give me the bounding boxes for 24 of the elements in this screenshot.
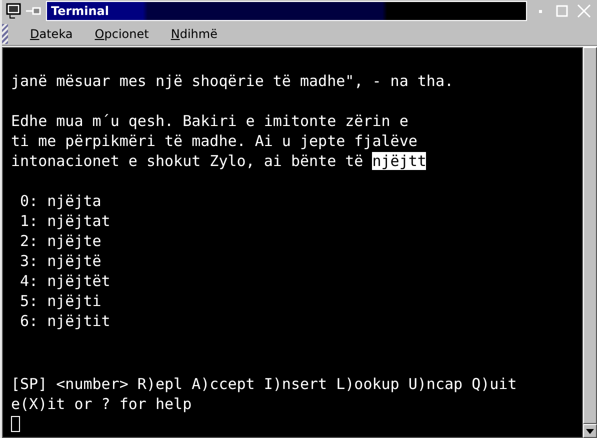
terminal-icon[interactable] [6,3,22,19]
window-title: Terminal [46,1,527,21]
square-icon [556,5,568,17]
toolbar-handle[interactable] [2,24,8,44]
down-arrow-icon[interactable] [586,428,594,434]
menu-item[interactable]: Opcionet [94,26,149,40]
prompt-line: [SP] <number> R)epl A)ccept I)nsert L)ookup U)ncap Q)uit [11,374,518,394]
suggestion-line: 0: njëjta [19,191,102,211]
suggestion-line: 1: njëjtat [19,211,112,231]
terminal-line: janë mësuar mes një shoqërie të madhe", - na tha. [11,71,455,91]
menu-item[interactable]: Ndihmë [170,26,218,40]
suggestion-line: 3: njëjtë [19,251,102,271]
suggestion-line: 4: njëjtët [19,271,112,291]
close-icon [577,4,591,18]
scrollbar[interactable] [583,47,597,438]
terminal-line: ti me përpikmëri të madhe. Ai u jepte fjalëve [11,131,418,151]
terminal-line: intonacionet e shokut Zylo, ai bënte të njëjtt [11,151,428,171]
suggestion-line: 6: njëjtit [19,311,112,331]
suggestion-line: 5: njëjti [19,291,102,311]
terminal-line: Edhe mua m´u qesh. Bakiri e imitonte zërin e [11,111,410,131]
terminal-area[interactable] [2,47,583,438]
prompt-line: e(X)it or ? for help [11,394,193,414]
suggestion-line: 2: njëjte [19,231,102,251]
menu-item[interactable]: Dateka [30,26,73,40]
